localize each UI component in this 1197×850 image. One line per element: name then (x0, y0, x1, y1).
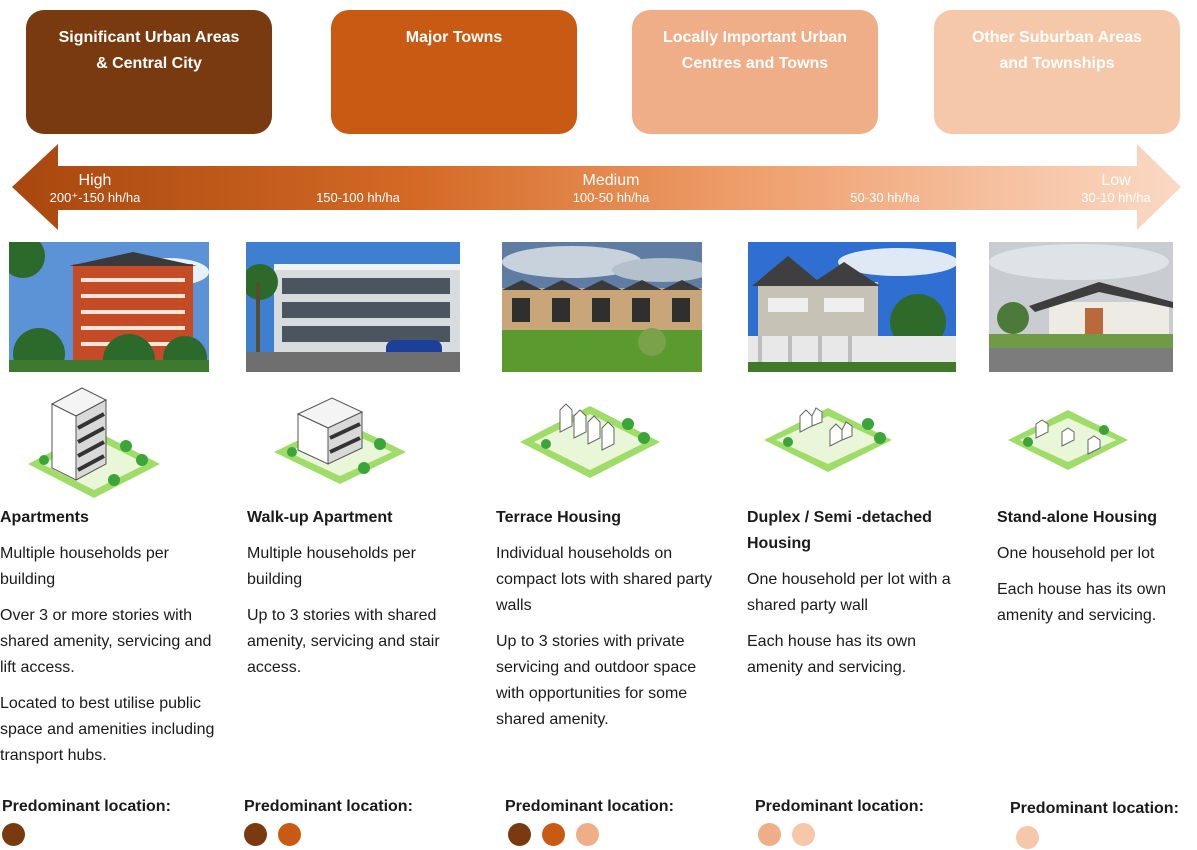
category-line1: Locally Important Urban (662, 29, 848, 46)
category-other-suburban: Other Suburban Areas and Townships (934, 10, 1180, 134)
location-dots (2, 823, 25, 847)
category-line1: Significant Urban Areas (58, 29, 240, 46)
typology-description: Each house has its own amenity and servi… (747, 633, 916, 676)
location-dot (278, 823, 301, 846)
category-line1: Major Towns (405, 29, 503, 46)
location-dot (758, 823, 781, 846)
density-level: Medium (582, 172, 640, 189)
standalone-housing-photo (989, 242, 1173, 372)
typology-description: Each house has its own amenity and servi… (997, 581, 1166, 624)
terrace-housing-diagram (516, 380, 664, 500)
typology-standalone-housing: Stand-alone Housing One household per lo… (997, 505, 1193, 639)
typology-description: One household per lot (997, 545, 1155, 562)
density-range: 100-50 hh/ha (572, 190, 650, 205)
typology-description: Multiple households per building (0, 545, 169, 588)
predominant-location-label: Predominant location: (1010, 800, 1179, 817)
typology-apartments: Apartments Multiple households per build… (0, 505, 226, 779)
location-dot (1016, 826, 1039, 849)
density-label-high: High 200⁺-150 hh/ha (40, 172, 150, 205)
location-dot (792, 823, 815, 846)
terrace-housing-photo (502, 242, 702, 372)
category-locally-important: Locally Important Urban Centres and Town… (632, 10, 878, 134)
typology-description: Over 3 or more stories with shared ameni… (0, 607, 212, 676)
predominant-location-label: Predominant location: (244, 798, 413, 815)
walkup-apartment-photo (246, 242, 460, 372)
typology-title: Walk-up Apartment (247, 509, 393, 526)
location-dot (244, 823, 267, 846)
density-label-low: Low 30-10 hh/ha (1066, 172, 1166, 205)
location-dots (1016, 826, 1039, 850)
typology-title: Terrace Housing (496, 509, 622, 526)
walkup-apartment-diagram (268, 380, 410, 500)
typology-description: Individual households on compact lots wi… (496, 545, 713, 614)
category-line2: and Townships (999, 55, 1115, 72)
location-dots (244, 823, 301, 847)
density-range: 150-100 hh/ha (316, 190, 400, 205)
typology-title: Stand-alone Housing (997, 509, 1157, 526)
category-line2: Centres and Towns (681, 55, 829, 72)
location-dots (508, 823, 599, 847)
location-dot (2, 823, 25, 846)
predominant-location-label: Predominant location: (2, 798, 171, 815)
density-range: 200⁺-150 hh/ha (49, 190, 141, 205)
location-dot (576, 823, 599, 846)
apartments-photo (9, 242, 209, 372)
standalone-housing-diagram (1004, 380, 1132, 500)
typology-description: Multiple households per building (247, 545, 416, 588)
density-label-medium: Medium 100-50 hh/ha (556, 172, 666, 205)
typology-description: Located to best utilise public space and… (0, 695, 215, 764)
location-dot (542, 823, 565, 846)
location-dots (758, 823, 815, 847)
typology-duplex-housing: Duplex / Semi -detached Housing One hous… (747, 505, 962, 691)
duplex-housing-photo (748, 242, 956, 372)
density-level: Low (1101, 172, 1131, 189)
predominant-location-label: Predominant location: (505, 798, 674, 815)
typology-title: Apartments (0, 509, 89, 526)
category-line2: & Central City (96, 55, 202, 72)
density-label-50-30: 50-30 hh/ha (832, 190, 938, 205)
density-level: High (78, 172, 112, 189)
typology-terrace-housing: Terrace Housing Individual households on… (496, 505, 722, 743)
apartments-diagram (22, 380, 164, 500)
category-line1: Other Suburban Areas (971, 29, 1143, 46)
category-significant-urban: Significant Urban Areas & Central City (26, 10, 272, 134)
typology-description: One household per lot with a shared part… (747, 571, 951, 614)
location-dot (508, 823, 531, 846)
typology-description: Up to 3 stories with private servicing a… (496, 633, 697, 728)
density-range: 30-10 hh/ha (1081, 190, 1151, 205)
typology-description: Up to 3 stories with shared amenity, ser… (247, 607, 440, 676)
density-label-150-100: 150-100 hh/ha (300, 190, 416, 205)
density-range: 50-30 hh/ha (850, 190, 920, 205)
category-major-towns: Major Towns (331, 10, 577, 134)
typology-title: Duplex / Semi -detached Housing (747, 509, 932, 552)
duplex-housing-diagram (760, 380, 896, 500)
typology-walkup-apartment: Walk-up Apartment Multiple households pe… (247, 505, 473, 691)
predominant-location-label: Predominant location: (755, 798, 924, 815)
